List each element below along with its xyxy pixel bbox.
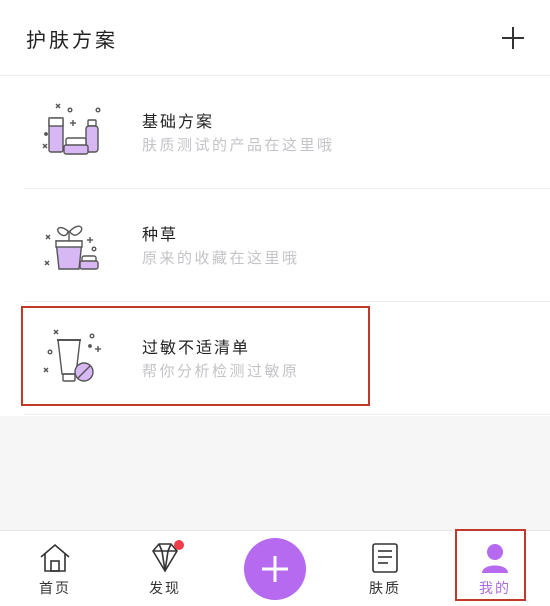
page-title: 护肤方案 (26, 28, 118, 52)
tab-discover[interactable]: 发现 (120, 531, 210, 606)
plant-pot-icon (44, 225, 99, 270)
skincare-products-icon (42, 103, 101, 155)
bottom-tab-bar: 首页 发现 肤质 我的 (0, 530, 550, 606)
tab-skin[interactable]: 肤质 (340, 531, 430, 606)
plan-subtitle: 肤质测试的产品在这里哦 (142, 136, 335, 154)
notebook-icon (372, 543, 398, 573)
center-add-button[interactable] (244, 538, 306, 600)
tab-home[interactable]: 首页 (10, 531, 100, 606)
tab-label: 发现 (149, 581, 181, 597)
plan-subtitle: 帮你分析检测过敏原 (142, 362, 300, 380)
tab-label: 我的 (479, 581, 511, 597)
tab-label: 首页 (39, 581, 71, 597)
tab-label: 肤质 (369, 581, 401, 597)
home-icon (40, 543, 70, 572)
user-icon (482, 544, 508, 573)
plan-item-allergy-list[interactable]: 过敏不适清单 帮你分析检测过敏原 (0, 302, 550, 415)
plan-subtitle: 原来的收藏在这里哦 (142, 249, 300, 267)
plan-title: 基础方案 (142, 112, 215, 131)
tab-mine[interactable]: 我的 (450, 531, 540, 606)
plus-icon (502, 27, 524, 49)
plan-title: 过敏不适清单 (142, 338, 251, 357)
plan-item-favorites[interactable]: 种草 原来的收藏在这里哦 (0, 189, 550, 302)
notification-badge (174, 540, 184, 550)
plan-item-basic[interactable]: 基础方案 肤质测试的产品在这里哦 (0, 76, 550, 189)
plan-title: 种草 (142, 225, 179, 244)
add-plan-button[interactable] (497, 22, 529, 54)
plan-list: 基础方案 肤质测试的产品在这里哦 种草 原来的收藏在这里哦 过敏不适清单 帮你分… (0, 76, 550, 416)
allergy-tube-icon (43, 329, 101, 382)
divider (24, 414, 550, 415)
plus-icon (262, 556, 288, 582)
header-bar: 护肤方案 (0, 0, 550, 76)
